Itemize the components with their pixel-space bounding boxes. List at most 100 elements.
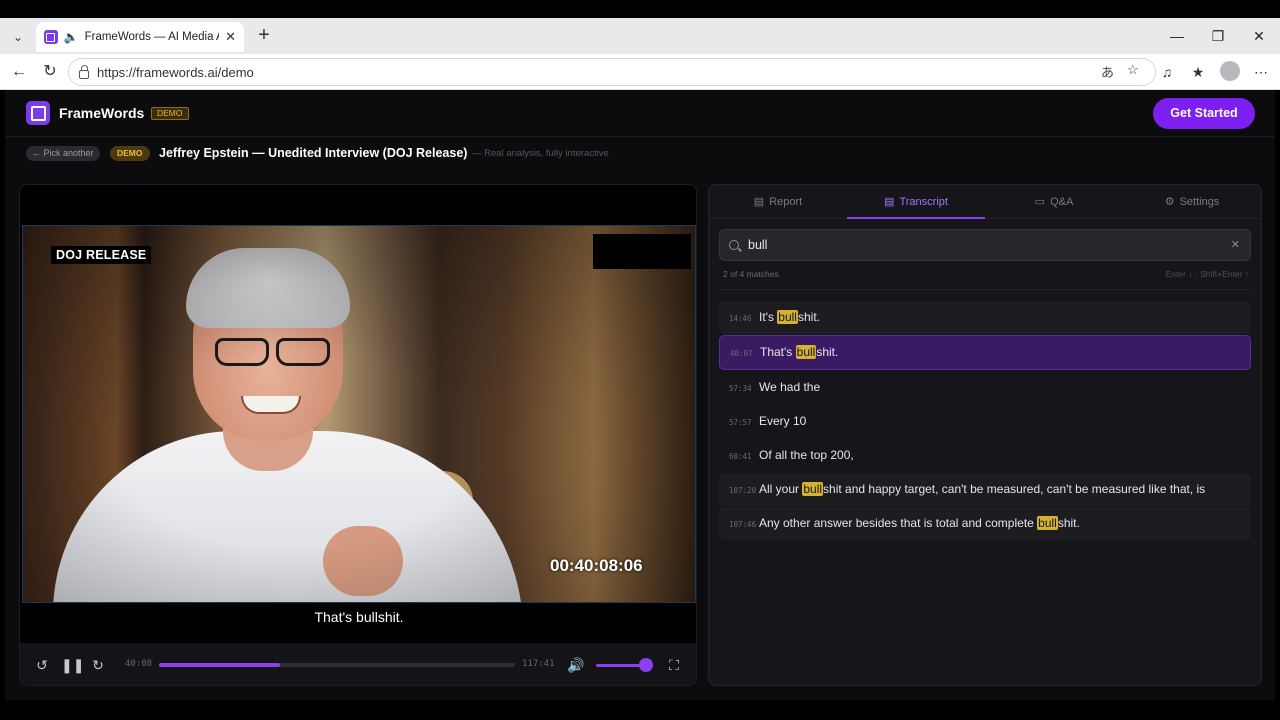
media-control-icon[interactable]: ♫ — [1156, 61, 1178, 83]
transcript-result-row[interactable]: 57:57 Every 10 — [719, 405, 1251, 438]
video-vignette — [23, 226, 695, 602]
tagline: — Real analysis, fully interactive — [472, 148, 609, 159]
match-highlight: bull — [1037, 516, 1058, 530]
result-text-post: shit. — [797, 310, 820, 324]
doj-release-overlay: DOJ RELEASE — [51, 246, 152, 264]
pause-icon[interactable]: ❚❚ — [61, 656, 84, 674]
minimize-icon[interactable]: — — [1162, 24, 1192, 48]
transcript-result-row[interactable]: 107:46 Any other answer besides that is t… — [719, 507, 1251, 540]
app-root: FrameWords DEMO Get Started ← Pick anoth… — [5, 90, 1275, 700]
lock-icon — [79, 64, 89, 79]
result-text: All your bullshit and happy target, can'… — [759, 481, 1205, 498]
clear-search-icon[interactable]: ✕ — [1231, 238, 1240, 251]
result-text-pre: That's — [760, 345, 796, 359]
video-info-bar: ← Pick another DEMO Jeffrey Epstein — Un… — [5, 138, 1275, 170]
result-timestamp: 14:46 — [729, 314, 752, 323]
shortcut-hint: Enter ↓ · Shift+Enter ↑ — [1165, 269, 1249, 279]
tab-qa-label: Q&A — [1050, 196, 1074, 208]
back-arrow-icon[interactable]: ← — [7, 61, 31, 83]
result-text: We had the — [759, 379, 820, 396]
bar-chart-icon: ▤ — [753, 196, 765, 208]
tab-list-chevron-icon[interactable]: ⌄ — [6, 25, 30, 49]
favorites-icon[interactable]: ★ — [1187, 61, 1209, 83]
match-highlight: bull — [802, 482, 824, 496]
volume-knob[interactable] — [639, 658, 653, 672]
result-timestamp: 107:46 — [729, 520, 757, 529]
app-header: FrameWords DEMO Get Started — [5, 90, 1275, 137]
transcript-result-row[interactable]: 107:20 All your bullshit and happy target… — [719, 473, 1251, 506]
result-text-post: shit. — [816, 345, 839, 359]
result-text-pre: Every 10 — [759, 414, 807, 428]
demo-chip: DEMO — [110, 146, 150, 161]
match-count: 2 of 4 matches — [723, 269, 779, 279]
more-menu-icon[interactable]: ⋯ — [1250, 61, 1272, 83]
tab-transcript[interactable]: ▤ Transcript — [847, 185, 985, 219]
restore-icon[interactable]: ❐ — [1203, 24, 1233, 48]
result-text-pre: All your — [759, 482, 803, 496]
framewords-logo-icon[interactable] — [26, 101, 50, 125]
pick-another-button[interactable]: ← Pick another — [26, 146, 100, 161]
transcript-result-row[interactable]: 14:46 It's bullshit. — [719, 301, 1251, 334]
search-icon — [729, 240, 739, 250]
result-text-pre: We had the — [759, 380, 821, 394]
tab-transcript-label: Transcript — [899, 196, 948, 208]
transcript-result-row[interactable]: 40:07 That's bullshit. — [719, 335, 1251, 370]
result-text-post: shit and happy target, can't be measured… — [823, 482, 1206, 496]
video-player[interactable]: DOJ RELEASE 00:40:08:06 That's bullshit.… — [19, 184, 697, 686]
volume-fill — [596, 664, 645, 667]
result-timestamp: 57:34 — [729, 384, 752, 393]
transcript-result-row[interactable]: 60:41 Of all the top 200, — [719, 439, 1251, 472]
transcript-result-row[interactable]: 57:34 We had the — [719, 371, 1251, 404]
tab-report[interactable]: ▤ Report — [709, 185, 847, 219]
result-text-post: shit. — [1057, 516, 1080, 530]
current-time: 40:08 — [125, 659, 153, 669]
profile-avatar[interactable] — [1220, 61, 1240, 81]
match-highlight: bull — [777, 310, 798, 324]
framewords-favicon-icon — [44, 30, 58, 44]
document-icon: ▤ — [884, 196, 895, 208]
fullscreen-icon[interactable]: ⛶ — [665, 656, 683, 674]
rewind-icon[interactable]: ↺ — [33, 656, 51, 674]
demo-badge: DEMO — [151, 107, 189, 120]
chat-icon: ▭ — [1034, 196, 1046, 208]
forward-icon[interactable]: ↻ — [89, 656, 107, 674]
result-text-pre: It's — [759, 310, 778, 324]
transcript-search-input[interactable]: bull ✕ — [719, 229, 1251, 261]
result-text: It's bullshit. — [759, 309, 820, 326]
favorite-star-icon[interactable]: ☆ — [1127, 62, 1139, 78]
video-title: Jeffrey Epstein — Unedited Interview (DO… — [159, 146, 468, 160]
get-started-button[interactable]: Get Started — [1153, 98, 1255, 129]
progress-fill — [159, 663, 281, 667]
speaker-icon[interactable]: 🔈 — [64, 30, 79, 44]
brand-name[interactable]: FrameWords — [59, 105, 144, 121]
browser-tab-bar: ⌄ 🔈 FrameWords — AI Media Ana ✕ + — ❐ ✕ — [0, 18, 1280, 54]
tab-qa[interactable]: ▭ Q&A — [985, 185, 1123, 219]
close-tab-icon[interactable]: ✕ — [225, 29, 236, 45]
burned-in-timecode: 00:40:08:06 — [550, 556, 643, 575]
new-tab-plus-icon[interactable]: + — [252, 24, 276, 48]
progress-bar[interactable] — [159, 663, 515, 667]
result-text: Every 10 — [759, 413, 806, 430]
reload-icon[interactable]: ↻ — [38, 61, 62, 83]
window-close-icon[interactable]: ✕ — [1244, 24, 1274, 48]
result-timestamp: 60:41 — [729, 452, 752, 461]
gear-icon: ⚙ — [1164, 196, 1175, 208]
browser-tab[interactable]: 🔈 FrameWords — AI Media Ana ✕ — [36, 22, 244, 52]
url-field[interactable]: https://framewords.ai/demo あ ☆ — [68, 58, 1156, 86]
redaction-box — [593, 234, 691, 269]
video-frame[interactable]: DOJ RELEASE 00:40:08:06 — [22, 225, 696, 603]
result-timestamp: 107:20 — [729, 486, 757, 495]
result-timestamp: 57:57 — [729, 418, 752, 427]
translate-icon[interactable]: あ — [1101, 62, 1114, 81]
result-timestamp: 40:07 — [730, 349, 753, 358]
result-text-pre: Of all the top 200, — [759, 448, 854, 462]
tab-settings[interactable]: ⚙ Settings — [1123, 185, 1261, 219]
divider — [719, 289, 1251, 290]
screen: ⌄ 🔈 FrameWords — AI Media Ana ✕ + — ❐ ✕ … — [0, 0, 1280, 720]
volume-icon[interactable]: 🔊 — [567, 656, 585, 674]
match-highlight: bull — [795, 345, 817, 359]
player-controls: ↺ ❚❚ ↻ 40:08 117:41 🔊 ⛶ — [20, 643, 696, 685]
search-value: bull — [748, 238, 768, 252]
result-text: Of all the top 200, — [759, 447, 854, 464]
duration: 117:41 — [522, 659, 555, 669]
